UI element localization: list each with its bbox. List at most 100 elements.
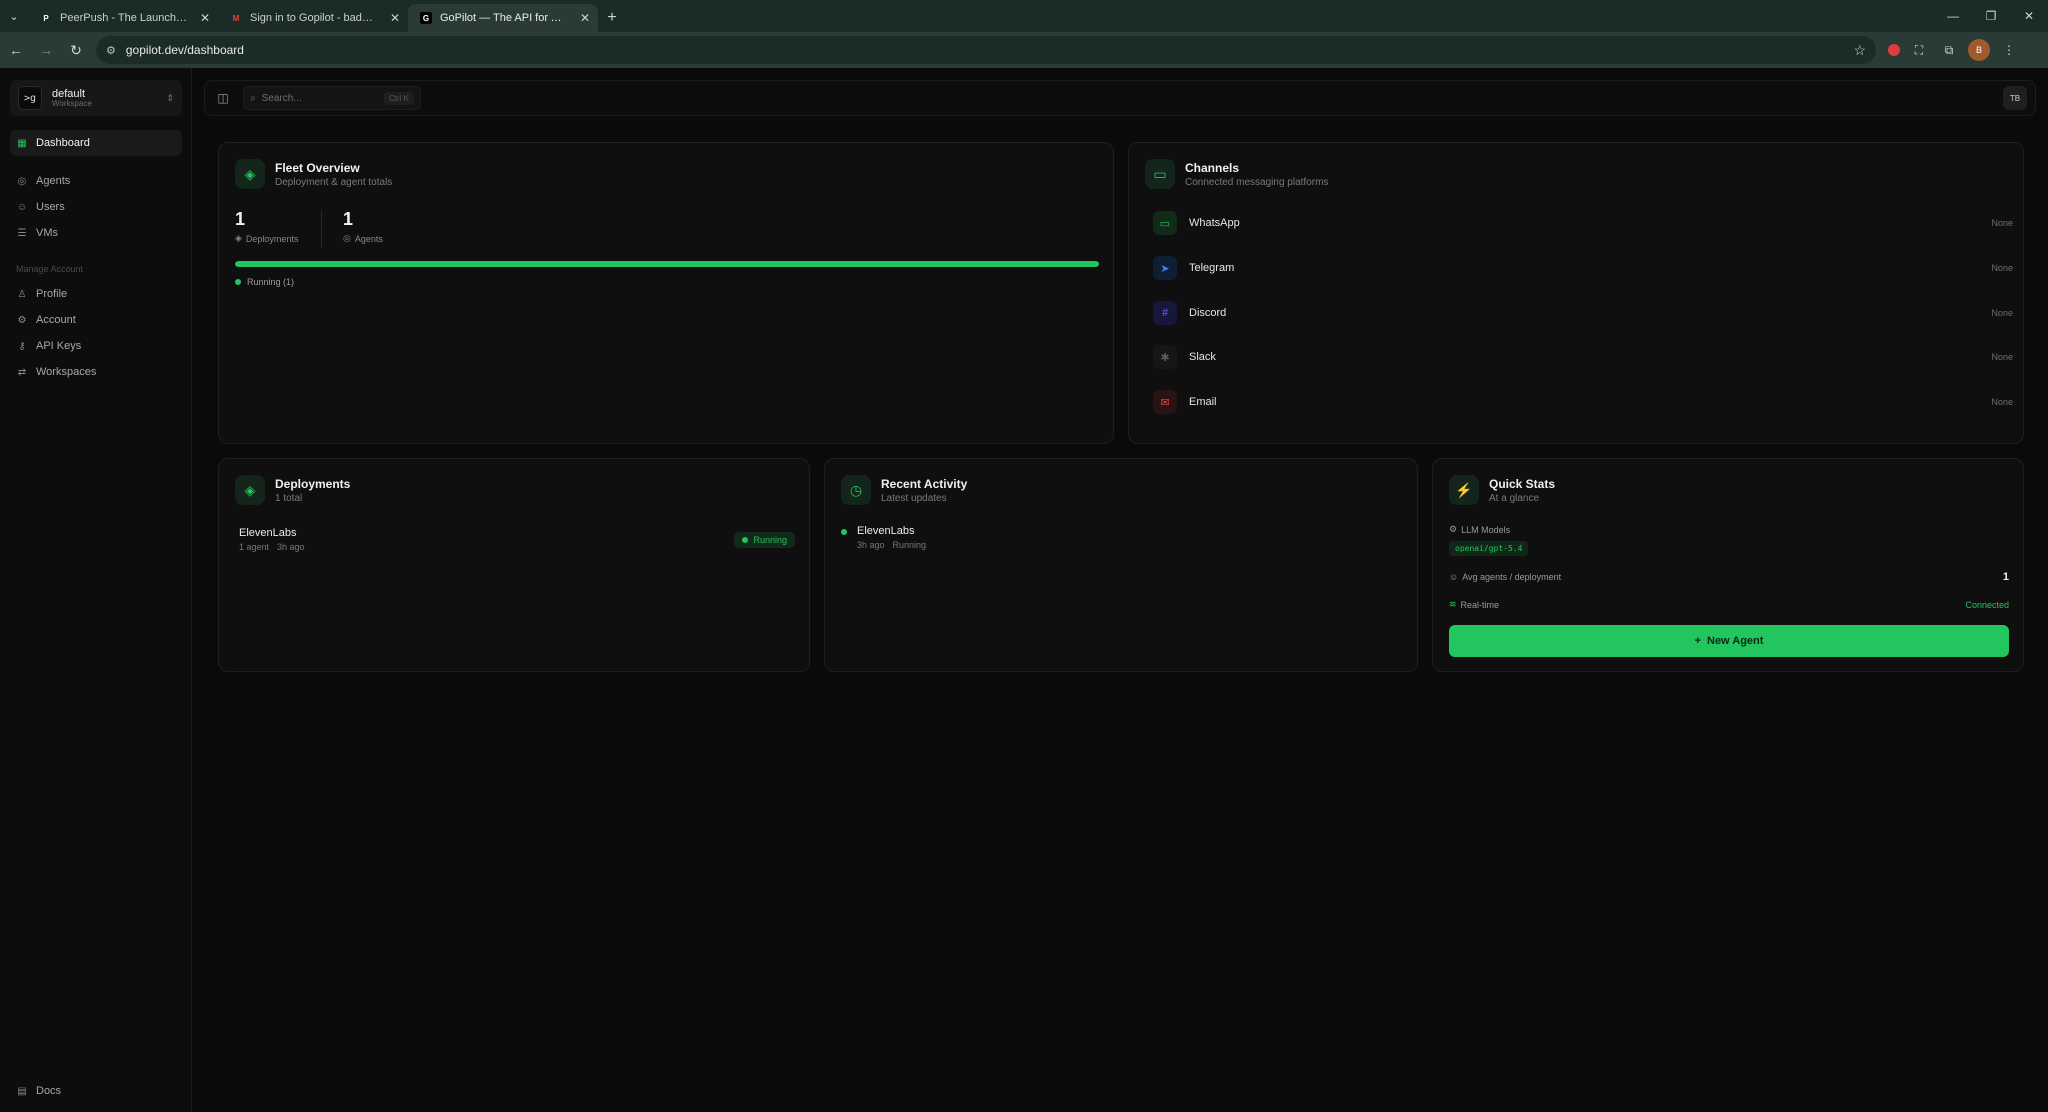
- browser-tab-peerpush[interactable]: P PeerPush - The Launch and Dis ✕: [28, 4, 218, 32]
- browser-menu-icon[interactable]: ⋮: [1998, 39, 2020, 61]
- workspace-switcher[interactable]: >g default Workspace ⇕: [10, 80, 182, 116]
- screenshot-extension-icon[interactable]: ⛶: [1908, 39, 1930, 61]
- record-extension-icon[interactable]: [1888, 44, 1900, 56]
- channel-row-discord[interactable]: # Discord None: [1153, 299, 2013, 327]
- card-subtitle: At a glance: [1489, 492, 1540, 504]
- tab-close-icon[interactable]: ✕: [390, 11, 400, 25]
- user-avatar[interactable]: TB: [2003, 86, 2027, 110]
- deployment-row[interactable]: ElevenLabs 1 agent 3h ago Running: [239, 527, 795, 552]
- browser-tab-gopilot[interactable]: G GoPilot — The API for AI Agen ✕: [408, 4, 598, 32]
- sidebar-item-users[interactable]: ☺ Users: [10, 194, 182, 220]
- cpu-icon: ⚙: [1449, 524, 1458, 534]
- slack-icon: ✱: [1153, 345, 1177, 369]
- chat-icon: ▭: [1145, 159, 1175, 189]
- window-controls: — ❐ ✕: [1934, 0, 2048, 32]
- app-root: >g default Workspace ⇕ ▦ Dashboard ◎ Age…: [0, 68, 2048, 1112]
- users-icon: ☺: [16, 201, 28, 213]
- channel-row-email[interactable]: ✉ Email None: [1153, 388, 2013, 416]
- sidebar-item-vms[interactable]: ☰ VMs: [10, 220, 182, 246]
- book-icon: ▤: [17, 1085, 27, 1097]
- channel-name: WhatsApp: [1189, 217, 1240, 229]
- key-icon: ⚷: [18, 340, 26, 352]
- extensions-puzzle-icon[interactable]: ⧉: [1938, 39, 1960, 61]
- sidebar-item-label: Workspaces: [36, 366, 97, 378]
- avg-label: Avg agents / deployment: [1462, 572, 1562, 582]
- layers-icon: ◈: [235, 233, 242, 243]
- avg-agents-row: ☺ Avg agents / deployment 1: [1449, 571, 2009, 583]
- channel-status: None: [1991, 263, 2013, 273]
- sidebar-item-api-keys[interactable]: ⚷ API Keys: [10, 333, 182, 359]
- sidebar: >g default Workspace ⇕ ▦ Dashboard ◎ Age…: [0, 68, 192, 1112]
- search-input[interactable]: [261, 92, 362, 104]
- deployments-stat: 1 ◈ Deployments: [235, 209, 298, 244]
- channel-status: None: [1991, 218, 2013, 228]
- maximize-icon[interactable]: ❐: [1972, 0, 2010, 32]
- workspace-logo: >g: [18, 86, 42, 110]
- server-icon: ☰: [17, 227, 27, 239]
- channel-name: Telegram: [1189, 262, 1235, 274]
- agents-label: Agents: [354, 233, 383, 244]
- llm-label: LLM Models: [1461, 524, 1511, 535]
- profile-avatar[interactable]: B: [1968, 39, 1990, 61]
- new-agent-button[interactable]: + New Agent: [1449, 625, 2009, 657]
- sidebar-item-docs[interactable]: ▤ Docs: [10, 1078, 182, 1104]
- gear-icon: ⚙: [17, 314, 27, 326]
- channel-row-telegram[interactable]: ➤ Telegram None: [1153, 254, 2013, 282]
- lightning-icon: ⚡: [1449, 475, 1479, 505]
- channel-name: Email: [1189, 396, 1217, 408]
- sidebar-item-agents[interactable]: ◎ Agents: [10, 168, 182, 194]
- card-title: Channels: [1185, 160, 1240, 175]
- tab-close-icon[interactable]: ✕: [200, 11, 210, 25]
- stat-divider: [321, 211, 322, 247]
- url-bar[interactable]: ⚙ gopilot.dev/dashboard ☆: [96, 36, 1876, 64]
- sidebar-item-profile[interactable]: ♙ Profile: [10, 281, 182, 307]
- reload-icon[interactable]: ↻: [62, 36, 90, 64]
- new-agent-label: New Agent: [1707, 635, 1764, 647]
- extension-icons: ⛶ ⧉ B ⋮: [1888, 39, 2020, 61]
- minimize-icon[interactable]: —: [1934, 0, 1972, 32]
- sidebar-item-label: Agents: [36, 175, 71, 187]
- mail-icon: ✉: [1153, 390, 1177, 414]
- deployment-time: 3h ago: [277, 542, 305, 552]
- back-arrow-icon[interactable]: ←: [2, 36, 30, 64]
- channel-row-whatsapp[interactable]: ▭ WhatsApp None: [1153, 209, 2013, 237]
- layers-icon: ◈: [235, 159, 265, 189]
- avg-value: 1: [2002, 571, 2009, 583]
- bot-icon: ◎: [17, 175, 27, 187]
- channel-row-slack[interactable]: ✱ Slack None: [1153, 343, 2013, 371]
- search-box[interactable]: ⌕ Ctrl K: [243, 86, 421, 110]
- channel-status: None: [1991, 397, 2013, 407]
- discord-hash-icon: #: [1153, 301, 1177, 325]
- deployments-count: 1: [235, 209, 246, 229]
- sidebar-item-account[interactable]: ⚙ Account: [10, 307, 182, 333]
- swap-icon: ⇄: [17, 366, 27, 378]
- card-subtitle: Connected messaging platforms: [1185, 176, 1329, 188]
- realtime-label: Real-time: [1460, 599, 1500, 610]
- bookmark-star-icon[interactable]: ☆: [1853, 42, 1866, 59]
- sidebar-item-label: API Keys: [36, 340, 82, 352]
- new-tab-plus-icon[interactable]: +: [598, 4, 626, 32]
- sidebar-item-workspaces[interactable]: ⇄ Workspaces: [10, 359, 182, 385]
- site-settings-icon[interactable]: ⚙: [106, 44, 116, 57]
- tab-search-chevron-icon[interactable]: ⌄: [0, 0, 28, 32]
- channels-card: ▭ Channels Connected messaging platforms…: [1128, 142, 2024, 444]
- card-title: Fleet Overview: [275, 160, 360, 175]
- progress-legend: Running (1): [235, 277, 294, 287]
- tab-title: Sign in to Gopilot - badelitatib: [250, 12, 378, 24]
- sidebar-item-label: Profile: [36, 288, 68, 300]
- channel-status: None: [1991, 308, 2013, 318]
- activity-dot-icon: [841, 529, 847, 535]
- realtime-status: Connected: [1965, 599, 2009, 610]
- window-close-icon[interactable]: ✕: [2010, 0, 2048, 32]
- card-title: Deployments: [275, 476, 351, 491]
- card-title: Recent Activity: [881, 476, 968, 491]
- activity-status: Running: [892, 540, 927, 550]
- tab-close-icon[interactable]: ✕: [580, 11, 590, 25]
- channel-name: Discord: [1189, 307, 1227, 319]
- browser-tab-gmail[interactable]: M Sign in to Gopilot - badelitatib ✕: [218, 4, 408, 32]
- sidebar-toggle-icon[interactable]: ◫: [213, 88, 233, 108]
- sidebar-item-dashboard[interactable]: ▦ Dashboard: [10, 130, 182, 156]
- forward-arrow-icon[interactable]: →: [32, 36, 60, 64]
- grid-icon: ▦: [17, 137, 27, 149]
- activity-item[interactable]: ElevenLabs 3h ago Running: [841, 525, 926, 550]
